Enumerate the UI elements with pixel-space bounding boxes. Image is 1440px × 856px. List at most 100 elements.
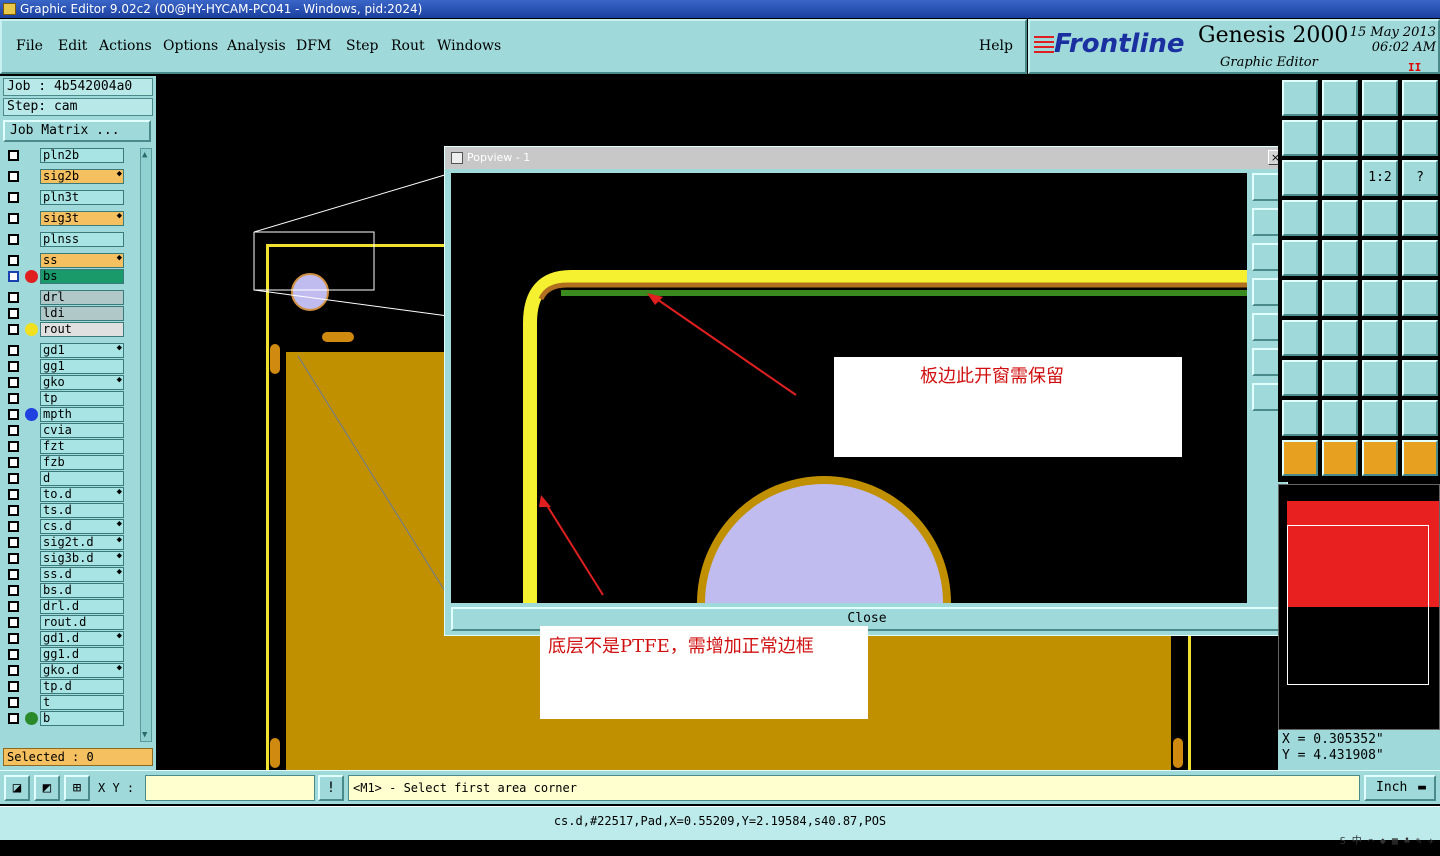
layer-name[interactable]: rout.d <box>40 615 124 630</box>
pause-indicator[interactable]: II <box>1408 61 1421 74</box>
menu-file[interactable]: File <box>16 38 43 54</box>
popview-canvas[interactable]: 板边此开窗需保留 <box>451 173 1247 603</box>
flip-icon[interactable] <box>1402 320 1438 356</box>
layer-checkbox[interactable] <box>8 377 19 388</box>
layer-checkbox[interactable] <box>8 537 19 548</box>
layer-name[interactable]: rout <box>40 322 124 337</box>
grid-icon[interactable] <box>1322 200 1358 236</box>
layer-row-ts-d[interactable]: ts.d <box>3 503 138 518</box>
layer-scrollbar[interactable]: ▲ ▼ <box>140 148 152 742</box>
layer-row-gg1-d[interactable]: gg1.d <box>3 647 138 662</box>
layer-name[interactable]: cs.d <box>40 519 124 534</box>
layer-row-gko[interactable]: gko ◆ <box>3 375 138 390</box>
layer-name[interactable]: sig3b.d <box>40 551 124 566</box>
layer-name[interactable]: tp <box>40 391 124 406</box>
layer-name[interactable]: ldi <box>40 306 124 321</box>
layer-name[interactable]: to.d <box>40 487 124 502</box>
layer-name[interactable]: fzb <box>40 455 124 470</box>
layer-row-plnss[interactable]: plnss <box>3 232 138 247</box>
rotate-icon[interactable] <box>1362 320 1398 356</box>
layer-row-drl-d[interactable]: drl.d <box>3 599 138 614</box>
layer-checkbox[interactable] <box>8 601 19 612</box>
layer-row-gd1[interactable]: gd1 ◆ <box>3 343 138 358</box>
layer-row-rout-d[interactable]: rout.d <box>3 615 138 630</box>
layer-name[interactable]: drl.d <box>40 599 124 614</box>
layer-checkbox[interactable] <box>8 361 19 372</box>
layer-checkbox[interactable] <box>8 649 19 660</box>
menu-help[interactable]: Help <box>979 38 1013 54</box>
layer-checkbox[interactable] <box>8 425 19 436</box>
layer-name[interactable]: cvia <box>40 423 124 438</box>
home-icon[interactable] <box>1362 80 1398 116</box>
layer-row-tp-d[interactable]: tp.d <box>3 679 138 694</box>
layer-row-sig2t-d[interactable]: sig2t.d ◆ <box>3 535 138 550</box>
layer-name[interactable]: gg1.d <box>40 647 124 662</box>
layer-name[interactable]: sig2b <box>40 169 124 184</box>
layer-row-d[interactable]: d <box>3 471 138 486</box>
move-left-icon[interactable] <box>1282 120 1318 156</box>
pen-red-icon[interactable] <box>1322 240 1358 276</box>
popview-center-icon[interactable] <box>1252 383 1280 411</box>
layer-name[interactable]: plnss <box>40 232 124 247</box>
layer-checkbox[interactable] <box>8 324 19 335</box>
layer-row-sig3t[interactable]: sig3t ◆ <box>3 211 138 226</box>
layer-view-icon[interactable] <box>1362 200 1398 236</box>
triangle-b-icon[interactable] <box>1322 400 1358 436</box>
overview-map[interactable] <box>1278 484 1440 730</box>
layer-name[interactable]: bs <box>40 269 124 284</box>
layer-checkbox[interactable] <box>8 271 19 282</box>
probe-icon[interactable] <box>1282 200 1318 236</box>
measure-icon[interactable]: ◩ <box>34 775 60 801</box>
drill-icon[interactable] <box>1362 360 1398 396</box>
layer-checkbox[interactable] <box>8 150 19 161</box>
alert-icon[interactable]: ! <box>318 775 344 801</box>
layer-checkbox[interactable] <box>8 393 19 404</box>
layer-stack-icon[interactable] <box>1402 200 1438 236</box>
layer-checkbox[interactable] <box>8 292 19 303</box>
layer-checkbox[interactable] <box>8 585 19 596</box>
ratio-icon[interactable]: 1:2 <box>1362 160 1398 196</box>
layer-name[interactable]: bs.d <box>40 583 124 598</box>
layer-row-tp[interactable]: tp <box>3 391 138 406</box>
fit-box-icon[interactable] <box>1282 160 1318 196</box>
node-icon[interactable] <box>1282 280 1318 316</box>
layer-checkbox[interactable] <box>8 345 19 356</box>
select-arrow-icon[interactable] <box>1282 440 1318 476</box>
menu-actions[interactable]: Actions <box>99 38 152 54</box>
layer-checkbox[interactable] <box>8 409 19 420</box>
layer-checkbox[interactable] <box>8 457 19 468</box>
split-icon[interactable] <box>1402 120 1438 156</box>
layer-row-bs-d[interactable]: bs.d <box>3 583 138 598</box>
gears-icon[interactable] <box>1402 360 1438 396</box>
layer-checkbox[interactable] <box>8 697 19 708</box>
solid-dot-icon[interactable] <box>1402 240 1438 276</box>
pad-icon[interactable] <box>1282 360 1318 396</box>
layer-row-to-d[interactable]: to.d ◆ <box>3 487 138 502</box>
layer-name[interactable]: gko.d <box>40 663 124 678</box>
menu-dfm[interactable]: DFM <box>296 38 331 54</box>
layer-name[interactable]: ts.d <box>40 503 124 518</box>
layer-checkbox[interactable] <box>8 569 19 580</box>
layer-row-ss[interactable]: ss ◆ <box>3 253 138 268</box>
menu-analysis[interactable]: Analysis <box>227 38 286 54</box>
layer-row-t[interactable]: t <box>3 695 138 710</box>
triangle-a-icon[interactable] <box>1282 400 1318 436</box>
layer-name[interactable]: gd1 <box>40 343 124 358</box>
center-icon[interactable] <box>1322 160 1358 196</box>
layer-checkbox[interactable] <box>8 489 19 500</box>
swap-icon[interactable] <box>1362 120 1398 156</box>
layer-row-sig3b-d[interactable]: sig3b.d ◆ <box>3 551 138 566</box>
cross-icon[interactable] <box>1322 280 1358 316</box>
help-icon[interactable]: ? <box>1402 160 1438 196</box>
layer-name[interactable]: gko <box>40 375 124 390</box>
layer-checkbox[interactable] <box>8 713 19 724</box>
layer-row-b[interactable]: b <box>3 711 138 726</box>
layer-row-mpth[interactable]: mpth <box>3 407 138 422</box>
layer-name[interactable]: gd1.d <box>40 631 124 646</box>
triangle-d-icon[interactable] <box>1402 400 1438 436</box>
layer-row-cs-d[interactable]: cs.d ◆ <box>3 519 138 534</box>
layer-name[interactable]: sig2t.d <box>40 535 124 550</box>
layer-checkbox[interactable] <box>8 192 19 203</box>
popview-pan-left-icon[interactable] <box>1252 278 1280 306</box>
layer-row-fzb[interactable]: fzb <box>3 455 138 470</box>
